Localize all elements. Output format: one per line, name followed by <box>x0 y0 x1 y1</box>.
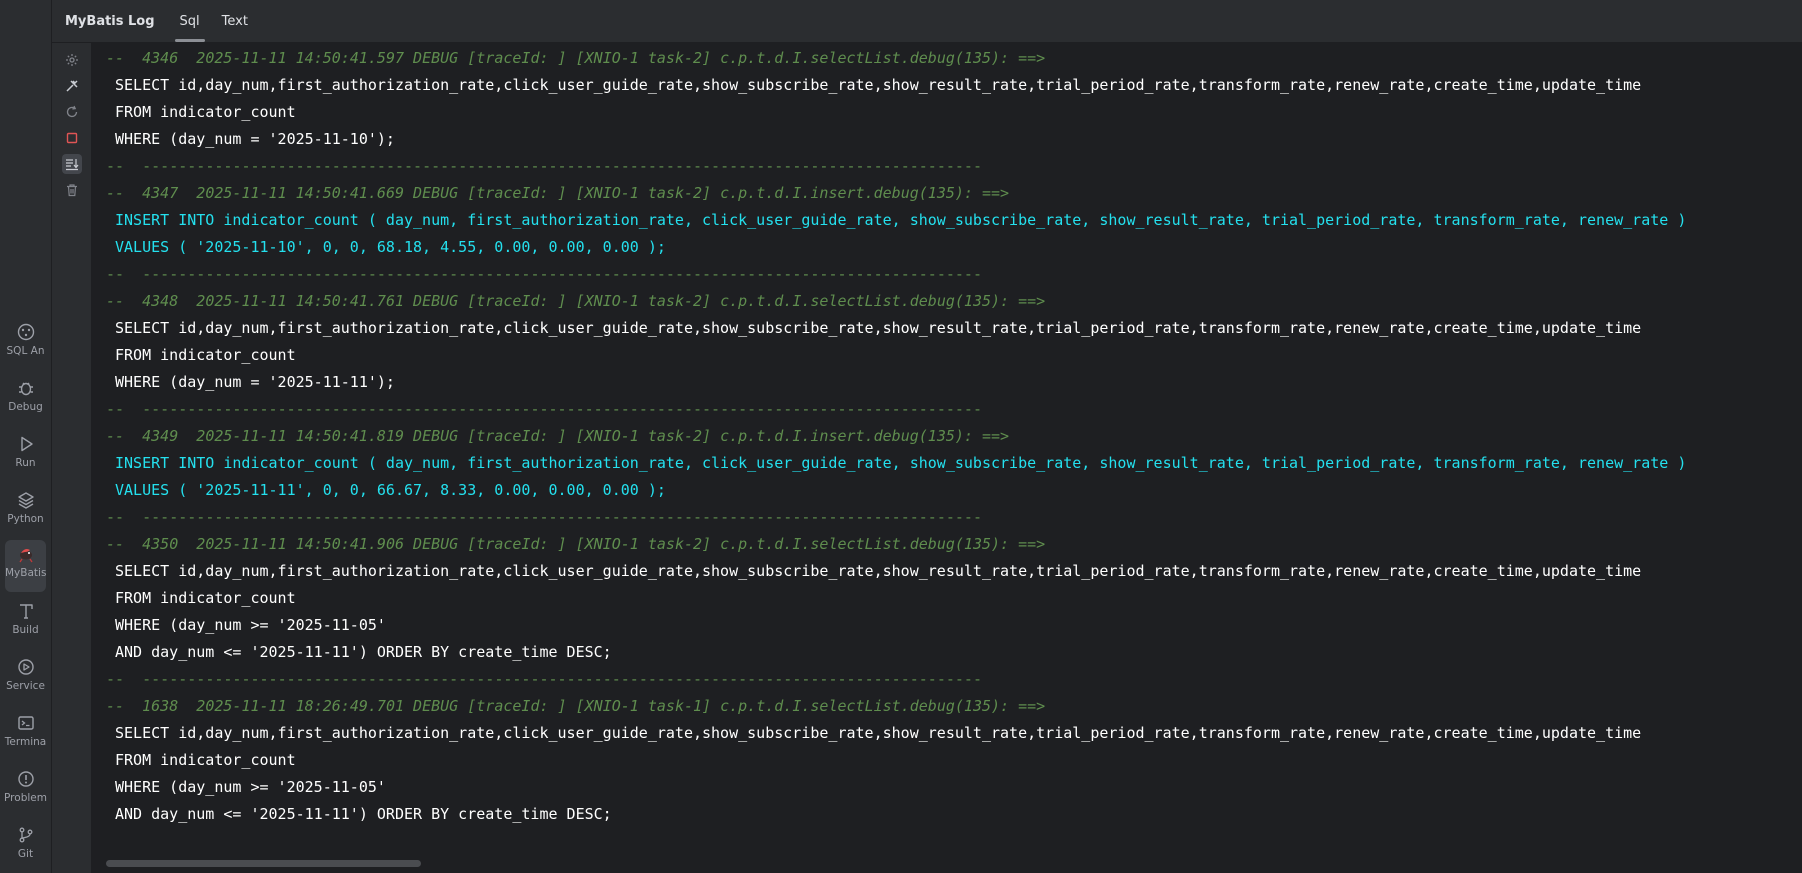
scroll-to-end-icon <box>66 159 79 171</box>
scroll-to-end-button[interactable] <box>62 154 82 174</box>
terminal-icon <box>17 716 34 730</box>
git-branch-icon <box>19 827 32 843</box>
tool-sql-analyzer[interactable]: SQL An <box>0 318 51 370</box>
tool-services[interactable]: Service <box>0 653 51 705</box>
tool-git[interactable]: Git <box>0 821 51 873</box>
tab-label: Text <box>221 13 248 29</box>
select-sql-line: AND day_num <= '2025-11-11') ORDER BY cr… <box>115 643 612 661</box>
tool-label: Python <box>7 513 44 525</box>
tool-python[interactable]: Python <box>0 486 51 538</box>
console-output[interactable]: -- 4346 2025-11-11 14:50:41.597 DEBUG [t… <box>92 43 1802 856</box>
log-header-line: -- 4350 2025-11-11 14:50:41.906 DEBUG [t… <box>106 535 1046 553</box>
select-sql-line: AND day_num <= '2025-11-11') ORDER BY cr… <box>115 805 612 823</box>
bug-icon <box>18 382 33 396</box>
tool-window-header: MyBatis Log Sql Text <box>52 0 1802 43</box>
insert-sql-line: INSERT INTO indicator_count ( day_num, f… <box>115 454 1687 472</box>
sql-analyzer-icon <box>17 323 34 341</box>
tool-window-strip: SQL An Debug Run Python MyBatis Build Se… <box>0 0 52 873</box>
select-sql-line: SELECT id,day_num,first_authorization_ra… <box>115 319 1642 337</box>
scrollbar-thumb[interactable] <box>106 860 421 867</box>
log-header-line: -- 4348 2025-11-11 14:50:41.761 DEBUG [t… <box>106 292 1046 310</box>
select-sql-line: WHERE (day_num = '2025-11-10'); <box>115 130 395 148</box>
tool-label: Service <box>6 680 45 692</box>
tool-terminal[interactable]: Termina <box>0 709 51 761</box>
separator-line: -- -------------------------------------… <box>106 508 982 526</box>
stop-icon <box>66 132 78 144</box>
settings-button[interactable] <box>62 50 82 70</box>
clear-button[interactable] <box>62 180 82 200</box>
services-icon <box>17 659 34 675</box>
select-sql-line: WHERE (day_num >= '2025-11-05' <box>115 616 386 634</box>
insert-sql-line: VALUES ( '2025-11-11', 0, 0, 66.67, 8.33… <box>115 481 666 499</box>
trash-icon <box>67 184 77 197</box>
tool-problems[interactable]: Problem <box>0 765 51 817</box>
filter-button[interactable] <box>62 76 82 96</box>
tool-label: Debug <box>8 401 43 413</box>
tab-label: Sql <box>179 13 200 29</box>
tool-label: Problem <box>4 792 47 804</box>
tool-label: Build <box>12 624 39 636</box>
select-sql-line: SELECT id,day_num,first_authorization_ra… <box>115 724 1642 742</box>
refresh-icon <box>66 105 78 118</box>
stop-button[interactable] <box>62 128 82 148</box>
hammer-icon <box>19 604 33 619</box>
tool-label: Run <box>15 457 36 469</box>
insert-sql-line: INSERT INTO indicator_count ( day_num, f… <box>115 211 1687 229</box>
log-header-line: -- 4346 2025-11-11 14:50:41.597 DEBUG [t… <box>106 49 1046 67</box>
tool-build[interactable]: Build <box>0 597 51 649</box>
tool-label: SQL An <box>6 345 45 357</box>
insert-sql-line: VALUES ( '2025-11-10', 0, 0, 68.18, 4.55… <box>115 238 666 256</box>
tab-sql[interactable]: Sql <box>169 0 211 42</box>
play-icon <box>20 436 33 452</box>
log-header-line: -- 4347 2025-11-11 14:50:41.669 DEBUG [t… <box>106 184 1010 202</box>
separator-line: -- -------------------------------------… <box>106 670 982 688</box>
horizontal-scrollbar[interactable] <box>92 856 1802 873</box>
separator-line: -- -------------------------------------… <box>106 265 982 283</box>
panel-title: MyBatis Log <box>65 13 155 29</box>
layers-icon <box>17 492 34 509</box>
problems-icon <box>17 771 34 787</box>
select-sql-line: SELECT id,day_num,first_authorization_ra… <box>115 76 1642 94</box>
log-header-line: -- 1638 2025-11-11 18:26:49.701 DEBUG [t… <box>106 697 1046 715</box>
hammer-settings-icon <box>66 80 78 92</box>
tool-label: MyBatis <box>5 567 46 579</box>
select-sql-line: FROM indicator_count <box>115 589 296 607</box>
tool-mybatis[interactable]: MyBatis <box>5 540 46 592</box>
tool-label: Git <box>17 848 34 860</box>
select-sql-line: FROM indicator_count <box>115 103 296 121</box>
select-sql-line: WHERE (day_num >= '2025-11-05' <box>115 778 386 796</box>
select-sql-line: FROM indicator_count <box>115 346 296 364</box>
separator-line: -- -------------------------------------… <box>106 400 982 418</box>
tab-text[interactable]: Text <box>211 0 259 42</box>
select-sql-line: FROM indicator_count <box>115 751 296 769</box>
tool-label: Termina <box>4 736 47 748</box>
gear-icon <box>66 54 78 66</box>
separator-line: -- -------------------------------------… <box>106 157 982 175</box>
mybatis-bird-icon <box>18 549 33 563</box>
tool-run[interactable]: Run <box>0 430 51 482</box>
console-action-bar <box>52 43 91 873</box>
select-sql-line: WHERE (day_num = '2025-11-11'); <box>115 373 395 391</box>
rerun-button[interactable] <box>62 102 82 122</box>
select-sql-line: SELECT id,day_num,first_authorization_ra… <box>115 562 1642 580</box>
tool-debug[interactable]: Debug <box>0 374 51 426</box>
log-header-line: -- 4349 2025-11-11 14:50:41.819 DEBUG [t… <box>106 427 1010 445</box>
